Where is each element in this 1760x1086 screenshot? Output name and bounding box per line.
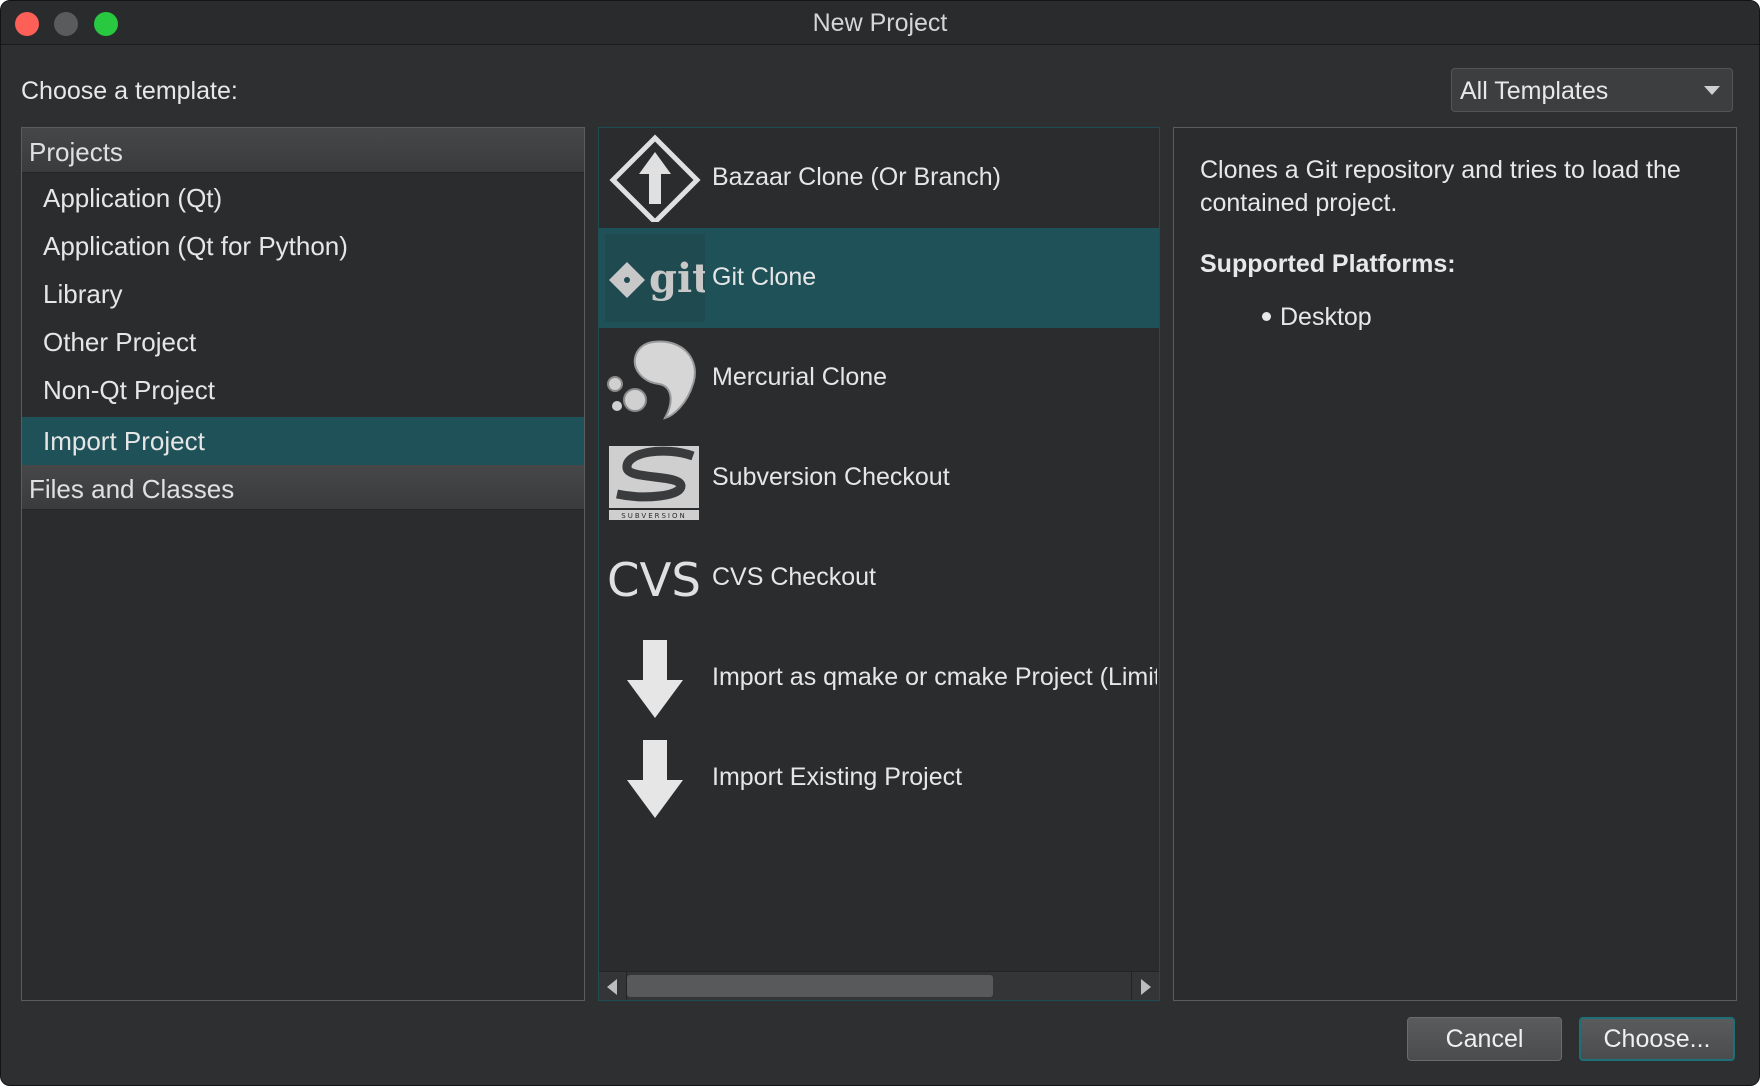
template-item-cvs-checkout[interactable]: CVS CVS Checkout: [599, 528, 1159, 628]
template-item-subversion-checkout[interactable]: SUBVERSION Subversion Checkout: [599, 428, 1159, 528]
chevron-down-icon: [1704, 86, 1720, 95]
mercurial-icon: [607, 340, 696, 420]
choose-template-label: Choose a template:: [21, 77, 238, 105]
scrollbar-thumb[interactable]: [627, 975, 993, 997]
template-item-import-qmake-cmake[interactable]: Import as qmake or cmake Project (Limite…: [599, 628, 1159, 728]
category-group-projects[interactable]: Projects: [22, 128, 584, 173]
category-list: Projects Application (Qt) Application (Q…: [21, 127, 585, 1001]
category-item-label: Application (Qt): [43, 183, 223, 213]
svg-text:git: git: [649, 255, 705, 302]
category-item-application-qt[interactable]: Application (Qt): [22, 174, 584, 222]
svg-text:CVS: CVS: [607, 553, 701, 607]
category-item-non-qt-project[interactable]: Non-Qt Project: [22, 366, 584, 414]
category-item-import-project[interactable]: Import Project: [22, 417, 584, 465]
template-item-mercurial-clone[interactable]: Mercurial Clone: [599, 328, 1159, 428]
bazaar-icon: [609, 134, 701, 222]
platform-label: Desktop: [1280, 303, 1372, 331]
template-details: Clones a Git repository and tries to loa…: [1173, 127, 1737, 1001]
scrollbar-divider: [1131, 972, 1132, 1000]
category-item-label: Library: [43, 279, 123, 309]
template-item-label: Import Existing Project: [712, 763, 963, 791]
template-item-bazaar-clone[interactable]: Bazaar Clone (Or Branch): [599, 128, 1159, 228]
template-item-import-existing-project[interactable]: Import Existing Project: [599, 728, 1159, 828]
cancel-button[interactable]: Cancel: [1407, 1017, 1562, 1061]
template-filter-dropdown[interactable]: All Templates: [1451, 68, 1733, 112]
template-item-label: Bazaar Clone (Or Branch): [712, 163, 1002, 191]
scroll-left-arrow-icon[interactable]: [607, 979, 617, 995]
template-item-git-clone[interactable]: git Git Clone: [599, 228, 1159, 328]
down-arrow-icon: [627, 640, 683, 718]
template-description: Clones a Git repository and tries to loa…: [1200, 156, 1681, 217]
bullet-icon: [1262, 311, 1271, 321]
template-list: Bazaar Clone (Or Branch) git Git Clone M…: [598, 127, 1160, 1001]
category-item-label: Application (Qt for Python): [43, 231, 348, 261]
subversion-icon: SUBVERSION: [609, 446, 699, 520]
category-item-other-project[interactable]: Other Project: [22, 318, 584, 366]
template-item-label: Import as qmake or cmake Project (Limite…: [712, 663, 1157, 691]
category-item-label: Import Project: [43, 426, 205, 456]
platform-list-item: Desktop: [1262, 303, 1372, 332]
template-filter-value: All Templates: [1460, 77, 1609, 105]
category-item-label: Non-Qt Project: [43, 375, 215, 405]
template-item-label: Git Clone: [712, 263, 817, 291]
git-icon: git: [605, 234, 705, 322]
template-item-label: CVS Checkout: [712, 563, 876, 591]
category-item-application-qt-python[interactable]: Application (Qt for Python): [22, 222, 584, 270]
category-item-label: Other Project: [43, 327, 197, 357]
choose-button[interactable]: Choose...: [1579, 1017, 1735, 1061]
category-group-label: Projects: [29, 137, 123, 167]
category-group-label: Files and Classes: [29, 474, 235, 504]
category-group-files-and-classes[interactable]: Files and Classes: [22, 465, 584, 510]
new-project-dialog: New Project Choose a template: All Templ…: [0, 0, 1760, 1086]
svg-text:SUBVERSION: SUBVERSION: [621, 512, 686, 520]
supported-platforms-heading: Supported Platforms:: [1200, 250, 1456, 278]
template-item-label: Subversion Checkout: [712, 463, 950, 491]
horizontal-scrollbar[interactable]: [599, 971, 1159, 1000]
cvs-icon: CVS: [607, 553, 701, 607]
template-item-label: Mercurial Clone: [712, 363, 888, 391]
title-bar: New Project: [1, 1, 1759, 45]
scroll-right-arrow-icon[interactable]: [1141, 979, 1151, 995]
down-arrow-icon: [627, 740, 683, 818]
category-item-library[interactable]: Library: [22, 270, 584, 318]
window-title: New Project: [812, 9, 948, 37]
